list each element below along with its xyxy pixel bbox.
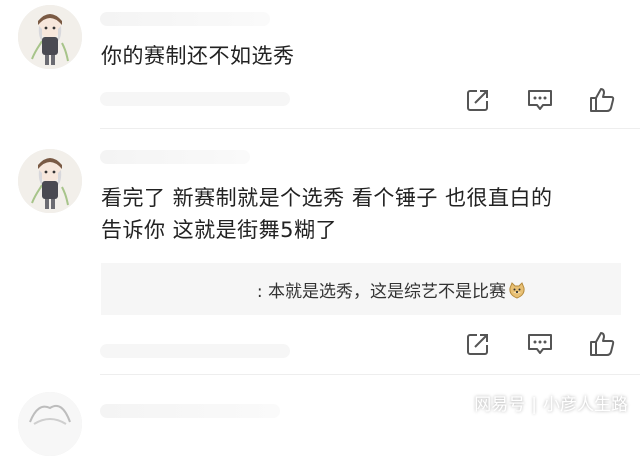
comment-icon	[528, 334, 552, 354]
like-icon	[590, 88, 615, 112]
share-button[interactable]	[464, 86, 492, 114]
doge-emoji-icon	[509, 282, 525, 299]
user-avatar[interactable]	[18, 392, 82, 456]
reply-text: : 本就是选秀，这是综艺不是比赛	[257, 277, 526, 302]
comment-icon	[528, 90, 552, 110]
share-button[interactable]	[464, 330, 492, 358]
like-button[interactable]	[588, 86, 616, 114]
like-button[interactable]	[588, 330, 616, 358]
reply-content: : 本就是选秀，这是综艺不是比赛	[256, 282, 506, 302]
user-avatar[interactable]	[18, 149, 82, 213]
avatar-image	[18, 392, 82, 456]
avatar-image	[18, 5, 82, 69]
username-blurred	[100, 150, 250, 164]
username-blurred	[100, 12, 270, 26]
comment-button[interactable]	[526, 330, 554, 358]
comment-line-2: 告诉你 这就是街舞5糊了	[101, 218, 338, 242]
watermark-author: 小彦人生路	[543, 395, 628, 415]
share-icon	[467, 334, 488, 355]
watermark-separator: |	[531, 395, 537, 415]
meta-blurred	[100, 344, 290, 358]
comment-text: 看完了 新赛制就是个选秀 看个锤子 也很直白的 告诉你 这就是街舞5糊了	[101, 182, 621, 246]
comment-item-1: 你的赛制还不如选秀	[0, 0, 640, 129]
meta-blurred	[100, 92, 290, 106]
share-icon	[467, 90, 488, 111]
comment-line-1: 看完了 新赛制就是个选秀 看个锤子 也很直白的	[101, 186, 553, 210]
comment-item-2: 看完了 新赛制就是个选秀 看个锤子 也很直白的 告诉你 这就是街舞5糊了 : 本…	[0, 128, 640, 375]
watermark-brand: 网易号	[474, 395, 526, 415]
avatar-image	[18, 149, 82, 213]
user-avatar[interactable]	[18, 5, 82, 69]
reply-preview[interactable]: : 本就是选秀，这是综艺不是比赛	[101, 263, 621, 315]
like-icon	[590, 332, 615, 356]
comment-button[interactable]	[526, 86, 554, 114]
watermark: 网易号 | 小彦人生路	[474, 390, 628, 415]
comment-text: 你的赛制还不如选秀	[101, 44, 295, 68]
username-blurred	[100, 404, 280, 418]
